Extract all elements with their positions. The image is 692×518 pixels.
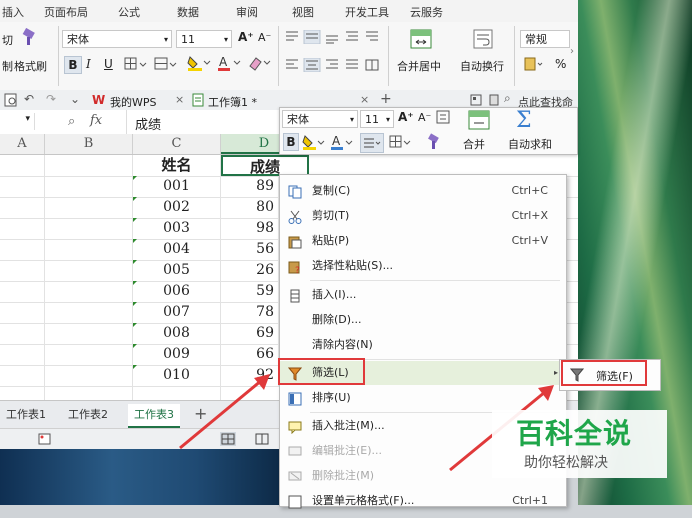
watermark-subtitle: 助你轻松解决 (524, 455, 608, 471)
watermark-box: 百科全说 助你轻松解决 (492, 410, 667, 478)
watermark-title: 百科全说 (516, 417, 633, 450)
